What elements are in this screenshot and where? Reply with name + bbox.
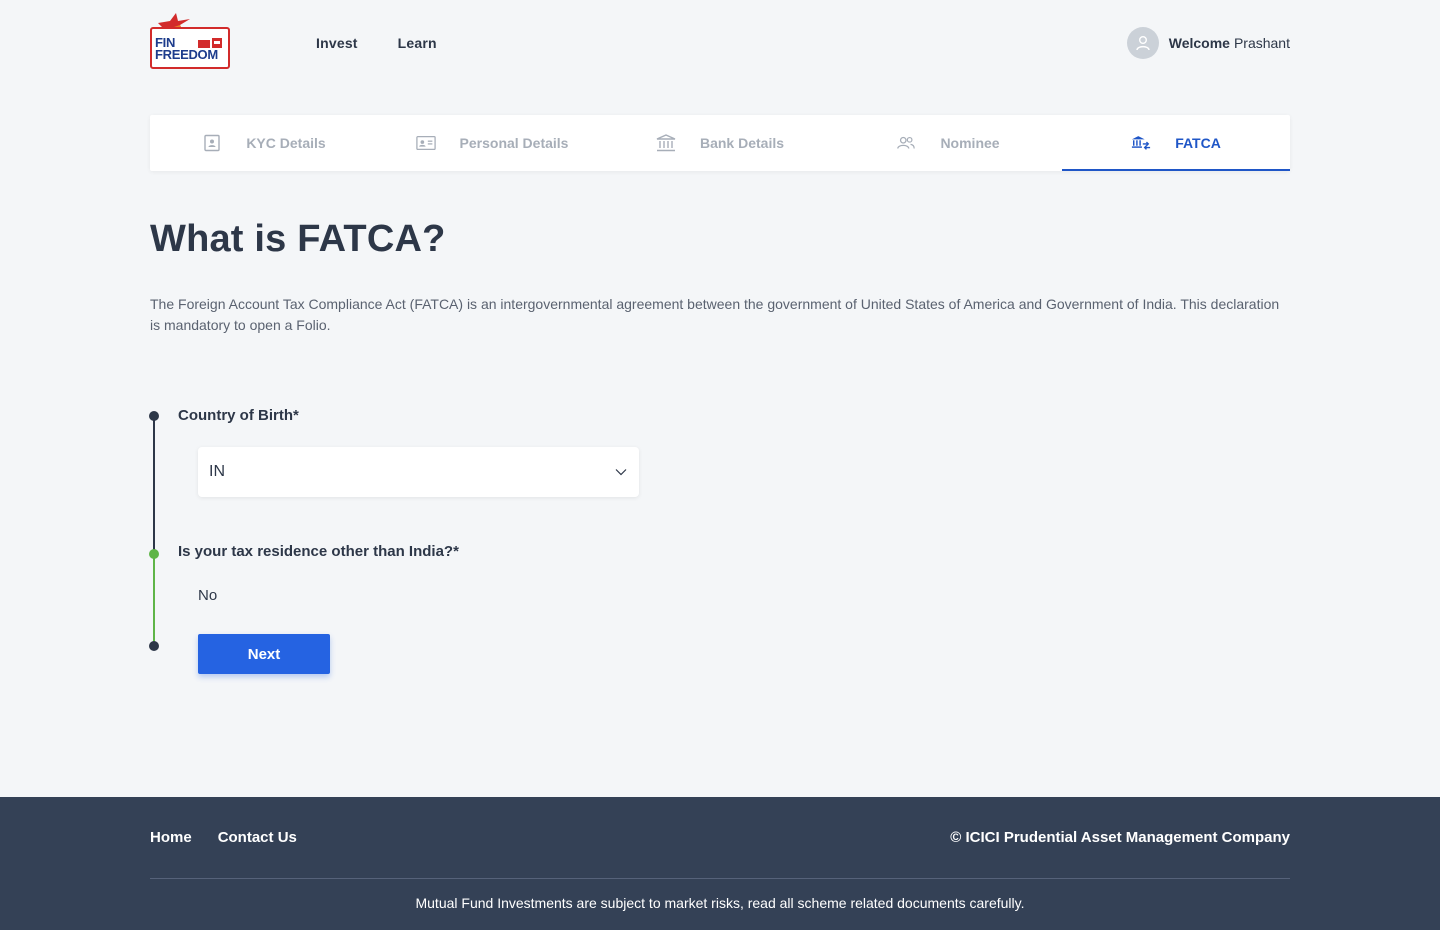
copyright-text: © ICICI Prudential Asset Management Comp… [950,829,1290,846]
footer-links: Home Contact Us [150,829,297,846]
fin-freedom-logo[interactable]: FIN FREEDOM [150,13,232,71]
tab-label: FATCA [1175,135,1221,151]
avatar[interactable] [1126,27,1159,59]
tab-label: KYC Details [246,135,326,151]
tax-residence-label: Is your tax residence other than India?* [178,543,459,560]
country-of-birth-value: IN [209,463,225,480]
welcome-text: Welcome Prashant [1168,35,1290,51]
fatca-description: The Foreign Account Tax Compliance Act (… [150,296,1280,333]
next-button[interactable]: Next [198,634,330,674]
tax-residence-value: No [198,587,218,604]
step-dot-country [149,411,159,421]
main-nav: Invest Learn [316,35,437,51]
people-icon [896,133,916,153]
tab-personal-details[interactable]: Personal Details [378,115,606,171]
tab-fatca[interactable]: FATCA [1062,115,1290,171]
chevron-down-icon [615,468,627,476]
header: FIN FREEDOM Invest Learn Welcome Prashant [150,0,1290,86]
tab-nominee[interactable]: Nominee [834,115,1062,171]
nav-invest[interactable]: Invest [316,35,358,51]
country-of-birth-select[interactable]: IN [198,447,639,497]
onboarding-tabs: KYC Details Personal Details Bank Detail… [150,115,1290,171]
page-title: What is FATCA? [150,218,446,260]
tab-label: Bank Details [699,135,785,151]
footer-divider [150,878,1290,879]
contact-card-icon [415,133,436,153]
tab-label: Nominee [940,135,1000,151]
logo-emblem-icon [198,38,222,48]
nav-learn[interactable]: Learn [398,35,437,51]
tab-kyc-details[interactable]: KYC Details [150,115,378,171]
user-name: Prashant [1233,35,1290,51]
step-connector-complete [153,554,155,646]
user-menu[interactable]: Welcome Prashant [1126,27,1290,59]
step-connector-pending [153,418,155,554]
footer-link-home[interactable]: Home [150,829,192,846]
id-card-icon [202,133,222,153]
step-dot-next [149,641,159,651]
market-risk-disclaimer: Mutual Fund Investments are subject to m… [415,895,1025,911]
tab-label: Personal Details [459,135,569,151]
bank-icon [656,133,676,153]
tab-bank-details[interactable]: Bank Details [606,115,834,171]
footer-link-contact-us[interactable]: Contact Us [218,829,297,846]
step-dot-tax-residence [149,549,159,559]
footer: Home Contact Us © ICICI Prudential Asset… [0,797,1440,930]
bank-transfer-icon [1131,133,1151,153]
country-of-birth-label: Country of Birth* [178,407,299,424]
user-icon [1136,36,1150,51]
